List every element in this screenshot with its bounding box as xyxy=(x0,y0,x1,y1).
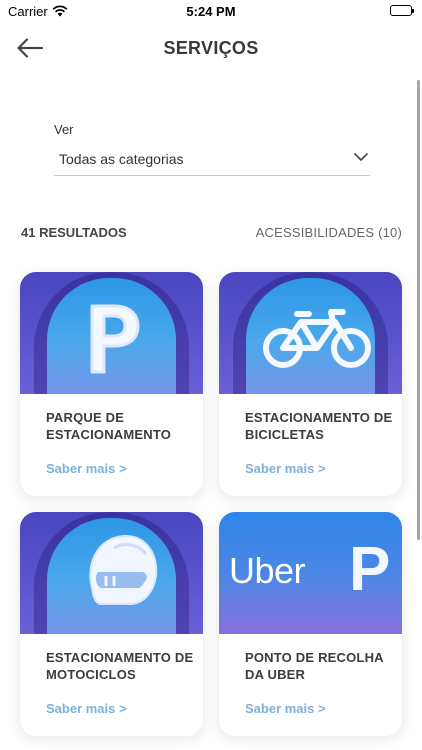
card-title: ESTACIONAMENTO DE BICICLETAS xyxy=(245,410,393,442)
clock: 5:24 PM xyxy=(186,4,236,19)
card-title: ESTACIONAMENTO DE MOTOCICLOS xyxy=(46,650,194,682)
category-select-value: Todas as categorias xyxy=(59,151,184,167)
navigation-bar: SERVIÇOS xyxy=(0,26,422,72)
battery-icon xyxy=(390,5,414,16)
learn-more-link[interactable]: Saber mais > xyxy=(245,461,326,476)
filter-label: Ver xyxy=(54,122,74,137)
service-card-bicycles[interactable]: ESTACIONAMENTO DE BICICLETAS Saber mais … xyxy=(219,272,402,496)
motorcycle-helmet-icon xyxy=(89,534,158,605)
parking-icon xyxy=(90,304,140,374)
card-image xyxy=(20,272,203,394)
accessibility-filter-link[interactable]: ACESSIBILIDADES (10) xyxy=(256,225,402,240)
service-card-uber[interactable]: Uber P PONTO DE RECOLHA DA UBER Saber ma… xyxy=(219,512,402,736)
learn-more-link[interactable]: Saber mais > xyxy=(46,701,127,716)
chevron-down-icon xyxy=(354,153,368,161)
card-title: PONTO DE RECOLHA DA UBER xyxy=(245,650,384,682)
category-select[interactable]: Todas as categorias xyxy=(54,144,370,176)
scroll-indicator xyxy=(417,80,420,540)
results-count: 41 RESULTADOS xyxy=(21,225,127,240)
service-card-motorcycles[interactable]: ESTACIONAMENTO DE MOTOCICLOS Saber mais … xyxy=(20,512,203,736)
learn-more-link[interactable]: Saber mais > xyxy=(245,701,326,716)
bicycle-icon xyxy=(263,309,371,368)
card-image xyxy=(219,272,402,394)
service-card-parking[interactable]: PARQUE DE ESTACIONAMENTO Saber mais > xyxy=(20,272,203,496)
uber-logo: Uber xyxy=(229,550,306,591)
parking-icon: P xyxy=(349,535,391,604)
status-bar: Carrier 5:24 PM xyxy=(0,0,422,22)
card-image xyxy=(20,512,203,634)
learn-more-link[interactable]: Saber mais > xyxy=(46,461,127,476)
card-image: Uber P xyxy=(219,512,402,634)
card-title: PARQUE DE ESTACIONAMENTO xyxy=(46,410,172,442)
page-title: SERVIÇOS xyxy=(163,38,259,58)
